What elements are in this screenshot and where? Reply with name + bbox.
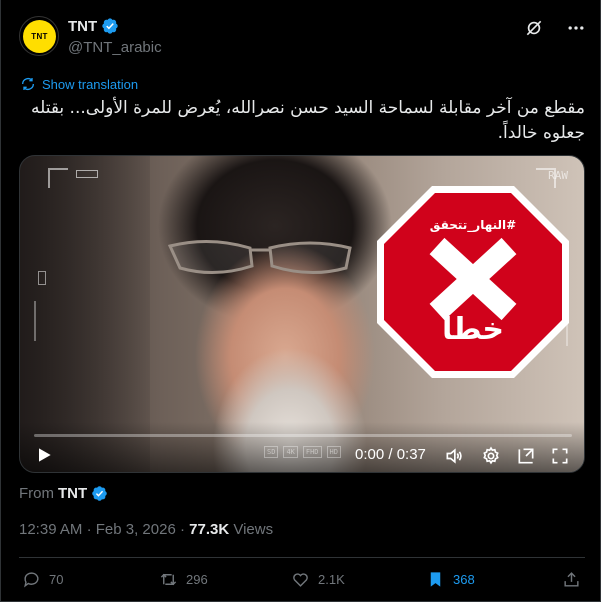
views-count: 77.3K	[189, 521, 230, 538]
source-name[interactable]: TNT	[58, 485, 87, 502]
play-icon[interactable]	[34, 445, 54, 465]
hud-corner-top-left	[48, 168, 68, 188]
meta-separator: ·	[86, 521, 92, 538]
fact-check-caption: #النهار_تتحقق	[429, 218, 517, 232]
video-progress-bar[interactable]	[34, 434, 572, 437]
tweet-card: TNT TNT @TNT_arabic Show translation مقط…	[0, 0, 601, 602]
like-count: 2.1K	[318, 572, 345, 587]
repost-icon	[160, 573, 177, 586]
reply-count: 70	[49, 572, 64, 587]
repost-button[interactable]: 296	[159, 570, 208, 589]
meta-separator: ·	[179, 521, 185, 538]
heart-icon	[293, 573, 308, 587]
fullscreen-icon[interactable]	[550, 446, 570, 466]
hud-raw-label: RAW	[548, 169, 568, 182]
video-source: From TNT	[19, 485, 108, 502]
video-player[interactable]: RAW #النهار_تتحقق خطأ SD 4K FHD HD 0:00 …	[19, 155, 585, 473]
author-display-name[interactable]: TNT	[68, 18, 97, 35]
action-bar: 70 296 2.1K 368	[1, 570, 601, 596]
glasses-shape	[167, 240, 352, 275]
divider	[19, 557, 585, 558]
author-name-row: TNT	[68, 17, 119, 35]
video-controls: SD 4K FHD HD 0:00 / 0:37	[20, 422, 584, 472]
hud-left-scale	[34, 301, 36, 341]
tweet-date[interactable]: Feb 3, 2026	[96, 521, 176, 538]
tweet-meta: 12:39 AM · Feb 3, 2026 · 77.3K Views	[19, 521, 273, 538]
quality-badge: SD	[264, 446, 279, 458]
more-options-icon[interactable]	[566, 18, 586, 38]
quality-badge: 4K	[283, 446, 298, 458]
verified-badge-icon	[102, 18, 118, 34]
video-time: 0:00 / 0:37	[355, 446, 426, 463]
bookmark-button[interactable]: 368	[426, 570, 475, 589]
source-prefix: From	[19, 485, 54, 502]
bookmark-count: 368	[453, 572, 475, 587]
picture-in-picture-icon[interactable]	[516, 446, 536, 466]
hud-battery-icon	[76, 170, 98, 178]
fact-check-stop-sign: #النهار_تتحقق خطأ	[375, 184, 571, 380]
tnt-logo: TNT	[23, 20, 56, 53]
settings-gear-icon[interactable]	[481, 446, 501, 466]
avatar-text: TNT	[31, 32, 48, 41]
hud-left-marker	[38, 271, 46, 285]
share-button[interactable]	[562, 570, 581, 589]
grok-icon[interactable]	[524, 18, 544, 38]
stop-sign-octagon	[377, 186, 569, 378]
bookmark-icon	[430, 572, 441, 587]
fact-check-verdict: خطأ	[441, 312, 505, 347]
hud-quality-badges: SD 4K FHD HD	[264, 446, 341, 458]
quality-badge: HD	[326, 446, 341, 458]
views-label: Views	[233, 521, 274, 538]
author-handle[interactable]: @TNT_arabic	[68, 39, 162, 56]
quality-badge: FHD	[302, 446, 322, 458]
show-translation-link[interactable]: Show translation	[20, 76, 138, 92]
avatar[interactable]: TNT	[19, 16, 59, 56]
top-actions	[524, 18, 586, 38]
repost-count: 296	[186, 572, 208, 587]
like-button[interactable]: 2.1K	[291, 570, 345, 589]
share-icon	[564, 572, 579, 587]
translate-icon	[22, 78, 34, 90]
show-translation-label[interactable]: Show translation	[42, 77, 138, 92]
volume-icon[interactable]	[444, 446, 464, 466]
reply-icon	[24, 572, 39, 588]
verified-badge-icon	[92, 486, 107, 501]
tweet-text: مقطع من آخر مقابلة لسماحة السيد حسن نصرا…	[30, 98, 585, 143]
reply-button[interactable]: 70	[22, 570, 63, 589]
tweet-time[interactable]: 12:39 AM	[19, 521, 82, 538]
